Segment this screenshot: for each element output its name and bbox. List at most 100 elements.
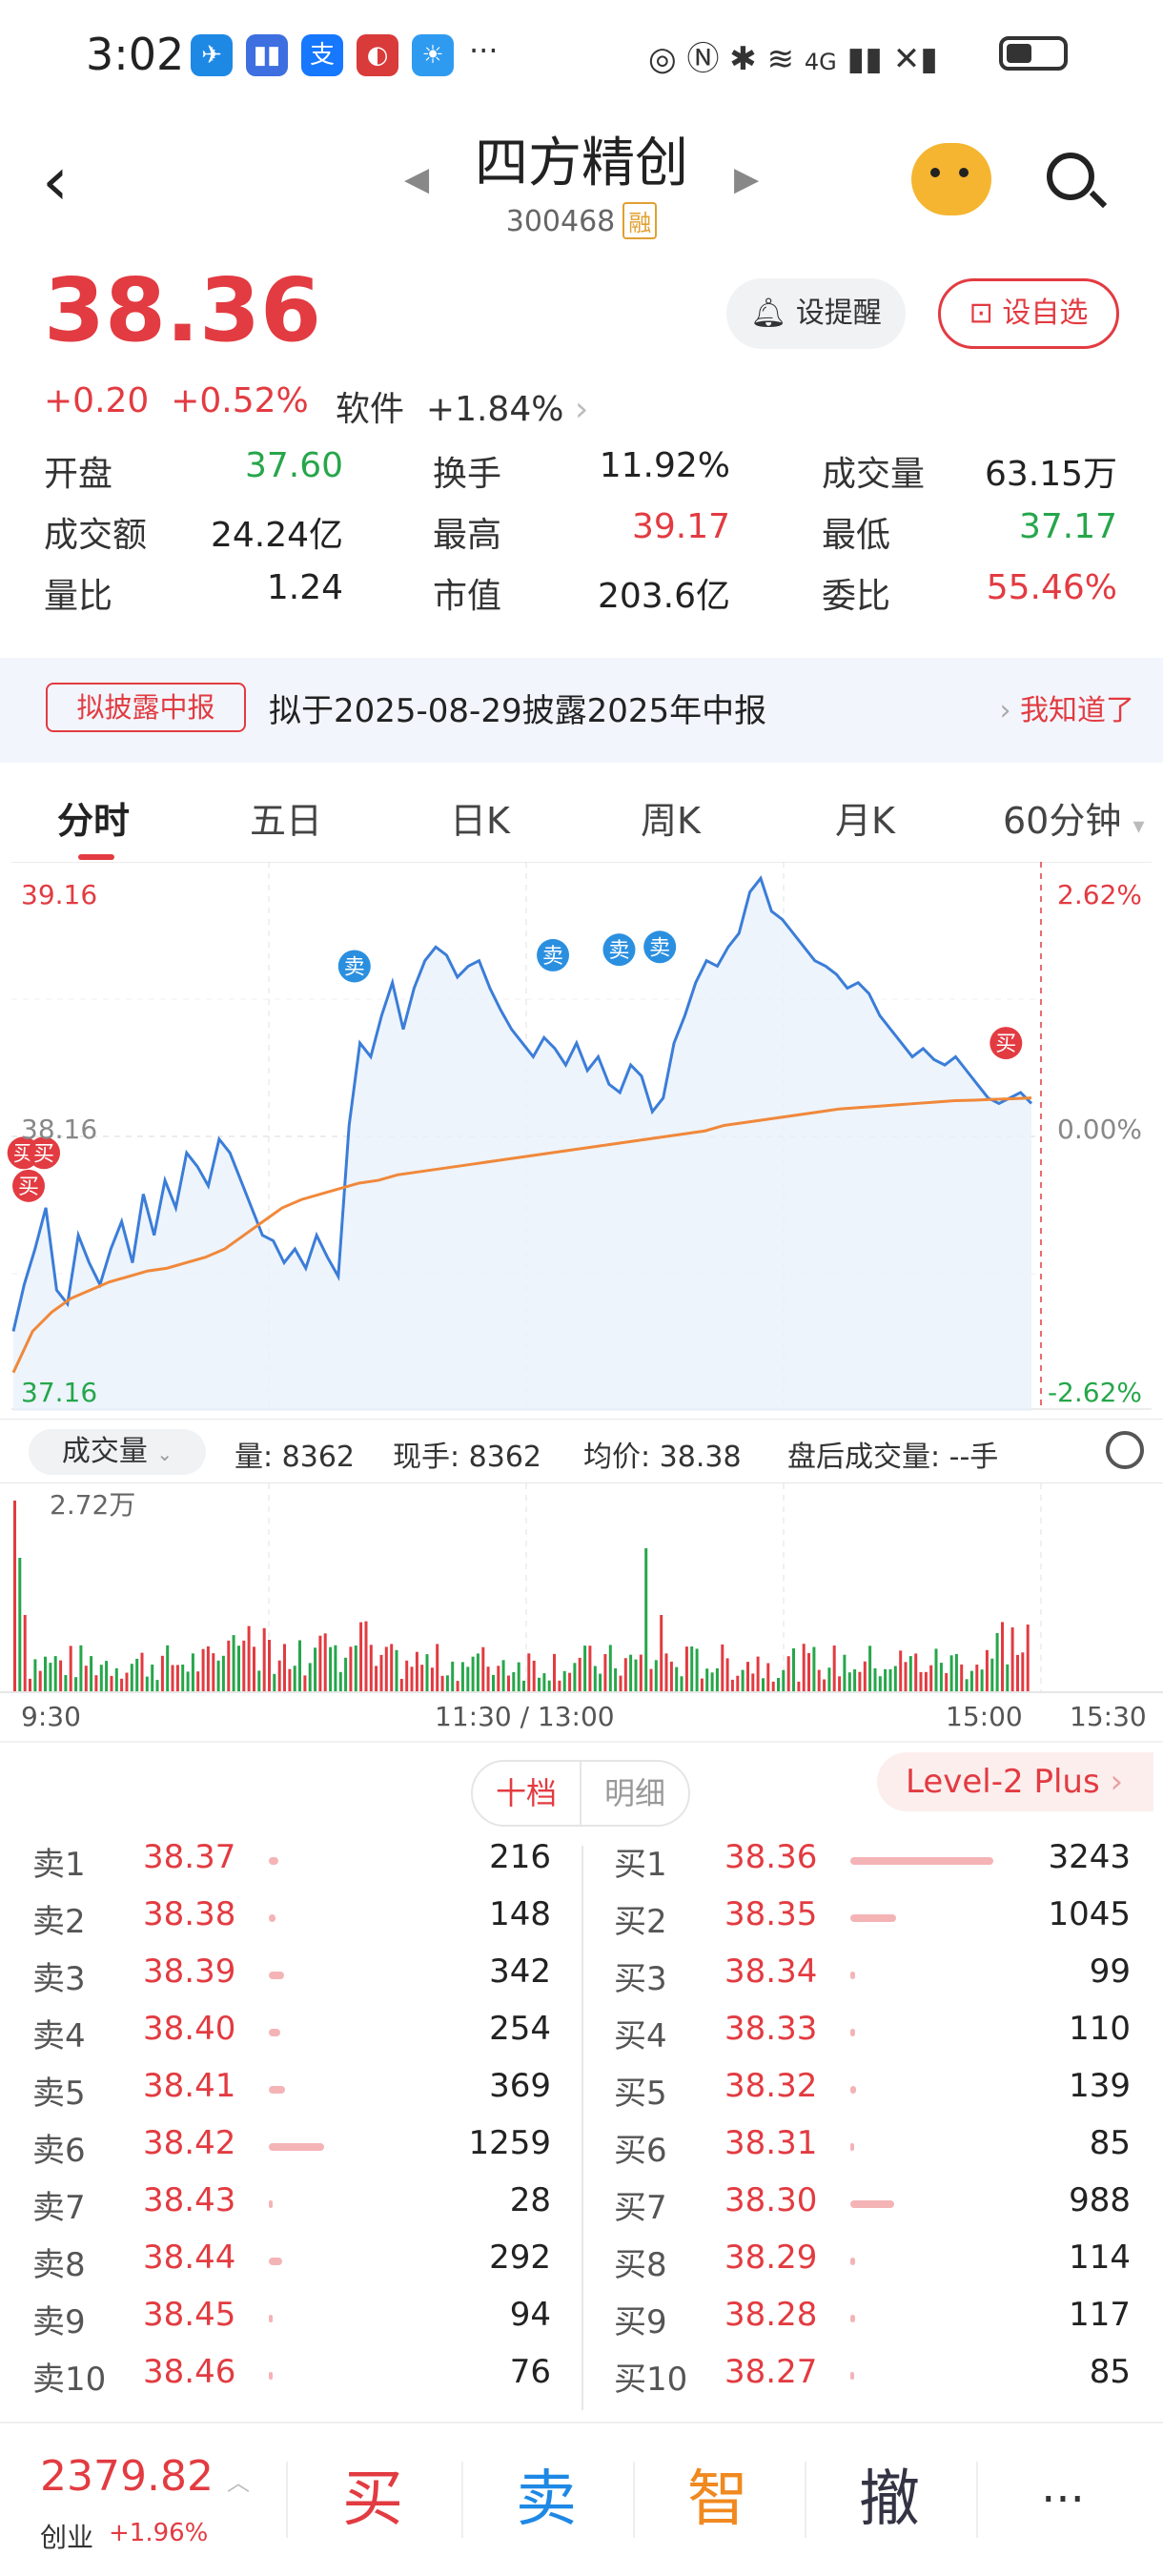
add-favorite-button[interactable]: ⊡ 设自选 — [938, 278, 1119, 349]
volume-bar — [466, 1666, 470, 1691]
volume-bar — [74, 1677, 78, 1691]
volume-bar — [135, 1658, 139, 1691]
tab-five-day[interactable]: 五日 — [250, 791, 322, 844]
depth-volume-bar — [850, 1972, 855, 1979]
level2-plus-button[interactable]: Level-2 Plus › — [877, 1752, 1153, 1811]
volume-bar — [481, 1646, 485, 1691]
volume-bar — [639, 1654, 643, 1691]
bid-price[interactable]: 38.27 — [724, 2353, 817, 2391]
bid-volume: 988 — [1069, 2181, 1131, 2219]
ask-price[interactable]: 38.46 — [143, 2353, 235, 2391]
settings-gear-icon[interactable] — [1106, 1431, 1144, 1469]
stat-label: 成交额 — [44, 516, 148, 555]
volume-bar — [553, 1653, 556, 1691]
indicator-select[interactable]: 成交量 ⌄ — [29, 1429, 206, 1475]
set-alert-button[interactable]: 🔔︎ 设提醒 — [726, 278, 906, 349]
sell-button[interactable]: 卖 — [465, 2443, 627, 2557]
volume-bar — [715, 1667, 719, 1691]
ask-price[interactable]: 38.42 — [143, 2124, 235, 2162]
volume-bar — [13, 1501, 16, 1691]
depth-volume-bar — [850, 2258, 855, 2265]
volume-bar — [247, 1625, 251, 1691]
ask-level-label: 卖6 — [32, 2132, 86, 2170]
cancel-order-button[interactable]: 撤 — [808, 2443, 970, 2557]
index-value[interactable]: 2379.82 ︿ — [40, 2452, 250, 2501]
volume-bar — [277, 1660, 281, 1691]
volume-bar — [599, 1673, 602, 1691]
bid-level-label: 买10 — [614, 2361, 688, 2399]
volume-bar — [430, 1667, 434, 1691]
bid-price[interactable]: 38.32 — [724, 2067, 817, 2105]
ask-price[interactable]: 38.41 — [143, 2067, 235, 2105]
tab-monthly-k[interactable]: 月K — [835, 791, 895, 844]
mascot-icon[interactable] — [911, 143, 991, 215]
ask-price[interactable]: 38.37 — [143, 1838, 235, 1876]
next-stock-icon[interactable]: ▶ — [734, 160, 759, 198]
volume-bar — [660, 1615, 663, 1691]
volume-bar — [390, 1644, 394, 1691]
notice-tag: 拟披露中报 — [46, 683, 246, 732]
bid-price[interactable]: 38.28 — [724, 2296, 817, 2334]
volume-bar — [949, 1655, 953, 1691]
bid-price[interactable]: 38.33 — [724, 2010, 817, 2048]
tab-details[interactable]: 明细 — [582, 1762, 688, 1825]
tab-60min[interactable]: 60分钟 ▾ — [1003, 791, 1145, 844]
x-tick-mid: 11:30 / 13:00 — [435, 1701, 615, 1732]
notice-dismiss-link[interactable]: › 我知道了 — [999, 686, 1134, 728]
volume-bar — [140, 1652, 144, 1691]
bid-price[interactable]: 38.31 — [724, 2124, 817, 2162]
sell-marker: 卖 — [643, 930, 677, 964]
volume-bar — [288, 1668, 292, 1691]
tab-intraday[interactable]: 分时 — [57, 791, 130, 844]
sector-link[interactable]: 软件 +1.84% › — [336, 381, 588, 431]
ask-price[interactable]: 38.43 — [143, 2181, 235, 2219]
volume-bar — [99, 1665, 103, 1691]
volume-bar — [344, 1657, 348, 1691]
search-icon[interactable] — [1047, 153, 1094, 200]
depth-volume-bar — [269, 1857, 278, 1865]
volume-bar — [721, 1644, 724, 1691]
status-time: 3:02 — [86, 29, 185, 80]
bid-volume: 85 — [1089, 2124, 1131, 2162]
tab-weekly-k[interactable]: 周K — [641, 791, 701, 844]
bid-price[interactable]: 38.36 — [724, 1838, 817, 1876]
app-notification-icon: 支 — [301, 34, 343, 76]
more-menu-button[interactable]: ··· — [982, 2443, 1144, 2557]
ask-price[interactable]: 38.44 — [143, 2239, 235, 2277]
volume-chart[interactable]: 2.72万 — [0, 1483, 1163, 1693]
smart-button[interactable]: 智 — [637, 2443, 799, 2557]
bid-price[interactable]: 38.30 — [724, 2181, 817, 2219]
intraday-price-chart[interactable]: 买买买卖卖卖卖买 39.16 38.16 37.16 2.62% 0.00% -… — [0, 862, 1163, 1415]
bid-price[interactable]: 38.29 — [724, 2239, 817, 2277]
ask-level-label: 卖3 — [32, 1960, 86, 1998]
volume-bar — [669, 1661, 673, 1691]
ask-price[interactable]: 38.40 — [143, 2010, 235, 2048]
volume-bar — [893, 1666, 897, 1691]
volume-bar — [517, 1662, 520, 1691]
volume-bar — [160, 1655, 164, 1691]
buy-button[interactable]: 买 — [292, 2443, 454, 2557]
volume-bar — [838, 1676, 842, 1691]
volume-bar — [985, 1649, 989, 1691]
volume-bar — [527, 1653, 531, 1691]
svg-text:卖: 卖 — [542, 945, 563, 969]
volume-bar — [1016, 1654, 1019, 1691]
ask-price[interactable]: 38.45 — [143, 2296, 235, 2334]
volume-bar — [812, 1646, 816, 1691]
volume-bar — [593, 1666, 597, 1691]
after-hours-volume: 盘后成交量: --手 — [787, 1441, 999, 1474]
volume-bar — [232, 1635, 235, 1691]
bid-price[interactable]: 38.35 — [724, 1895, 817, 1933]
tab-ten-levels[interactable]: 十档 — [473, 1762, 582, 1825]
volume-bar — [440, 1675, 444, 1691]
volume-bar — [730, 1679, 734, 1691]
tab-daily-k[interactable]: 日K — [450, 791, 510, 844]
volume-bar — [151, 1665, 154, 1691]
volume-bar — [777, 1678, 780, 1691]
depth-volume-bar — [850, 2372, 854, 2380]
volume-bar — [807, 1653, 810, 1691]
bid-price[interactable]: 38.34 — [724, 1952, 817, 1991]
volume-bar — [257, 1670, 261, 1691]
ask-price[interactable]: 38.39 — [143, 1952, 235, 1991]
ask-price[interactable]: 38.38 — [143, 1895, 235, 1933]
